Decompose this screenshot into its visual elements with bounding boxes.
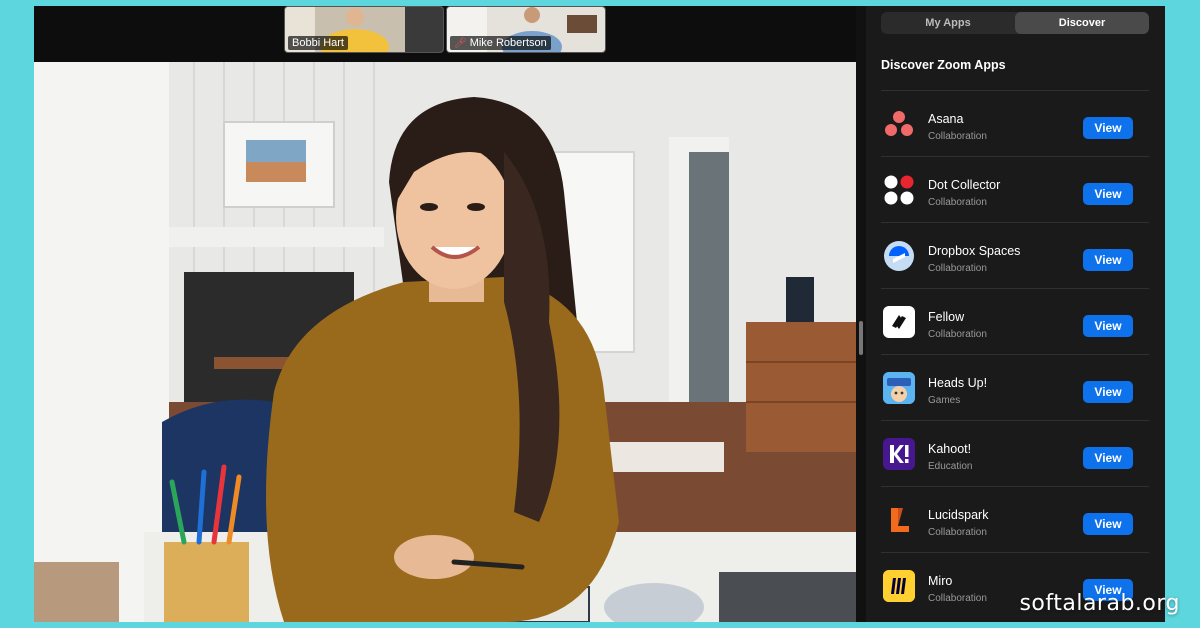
app-name: Dropbox Spaces xyxy=(928,244,1021,258)
view-kahoot-button[interactable]: View xyxy=(1083,447,1133,469)
participant-name: Mike Robertson xyxy=(469,37,547,49)
speaker-video-frame xyxy=(34,62,856,622)
app-row-fellow: Fellow Collaboration View xyxy=(881,288,1149,354)
view-fellow-button[interactable]: View xyxy=(1083,315,1133,337)
app-row-dot-collector: Dot Collector Collaboration View xyxy=(881,156,1149,222)
app-row-kahoot: Kahoot! Education View xyxy=(881,420,1149,486)
app-category: Collaboration xyxy=(928,263,987,274)
app-name: Asana xyxy=(928,112,964,126)
asana-icon xyxy=(883,108,915,140)
app-name: Miro xyxy=(928,574,953,588)
muted-mic-icon: 🎤︎ xyxy=(454,38,467,49)
miro-icon xyxy=(883,570,915,602)
app-category: Collaboration xyxy=(928,329,987,340)
gallery-strip: Bobbi Hart 🎤︎ Mike Robertson xyxy=(34,6,856,62)
tab-my-apps[interactable]: My Apps xyxy=(881,12,1015,34)
view-dropbox-spaces-button[interactable]: View xyxy=(1083,249,1133,271)
kahoot-icon xyxy=(883,438,915,470)
participant-name-label: Bobbi Hart xyxy=(288,36,348,50)
app-row-asana: Asana Collaboration View xyxy=(881,90,1149,156)
app-name: Dot Collector xyxy=(928,178,1001,192)
app-category: Collaboration xyxy=(928,527,987,538)
app-category: Collaboration xyxy=(928,131,987,142)
app-category: Collaboration xyxy=(928,593,987,604)
app-name: Lucidspark xyxy=(928,508,989,522)
heads-up-icon xyxy=(883,372,915,404)
app-category: Education xyxy=(928,461,973,472)
app-category: Collaboration xyxy=(928,197,987,208)
active-speaker-video xyxy=(34,62,856,622)
app-row-heads-up: Heads Up! Games View xyxy=(881,354,1149,420)
participant-tile[interactable]: Bobbi Hart xyxy=(284,6,444,53)
panel-resize-handle[interactable] xyxy=(859,321,863,355)
app-name: Kahoot! xyxy=(928,442,972,456)
dot-collector-icon xyxy=(883,174,915,206)
panel-title: Discover Zoom Apps xyxy=(881,58,1006,72)
zoom-window: Bobbi Hart 🎤︎ Mike Robertson My Apps Dis… xyxy=(34,6,1165,622)
participant-name: Bobbi Hart xyxy=(292,37,344,49)
view-asana-button[interactable]: View xyxy=(1083,117,1133,139)
app-list: Asana Collaboration View Dot Collector C… xyxy=(881,90,1149,618)
participant-tile[interactable]: 🎤︎ Mike Robertson xyxy=(446,6,606,53)
app-row-lucidspark: Lucidspark Collaboration View xyxy=(881,486,1149,552)
view-lucidspark-button[interactable]: View xyxy=(1083,513,1133,535)
tab-discover[interactable]: Discover xyxy=(1015,12,1149,34)
apps-tab-switcher: My Apps Discover xyxy=(881,12,1149,34)
app-row-dropbox-spaces: Dropbox Spaces Collaboration View xyxy=(881,222,1149,288)
apps-panel: My Apps Discover Discover Zoom Apps Asan… xyxy=(866,6,1165,622)
lucidspark-icon xyxy=(883,504,915,536)
app-category: Games xyxy=(928,395,961,406)
view-dot-collector-button[interactable]: View xyxy=(1083,183,1133,205)
participant-name-label: 🎤︎ Mike Robertson xyxy=(450,36,551,50)
dropbox-spaces-icon xyxy=(883,240,915,272)
app-name: Fellow xyxy=(928,310,965,324)
app-name: Heads Up! xyxy=(928,376,988,390)
fellow-icon xyxy=(883,306,915,338)
view-heads-up-button[interactable]: View xyxy=(1083,381,1133,403)
watermark-text: softalarab.org xyxy=(1019,591,1180,616)
